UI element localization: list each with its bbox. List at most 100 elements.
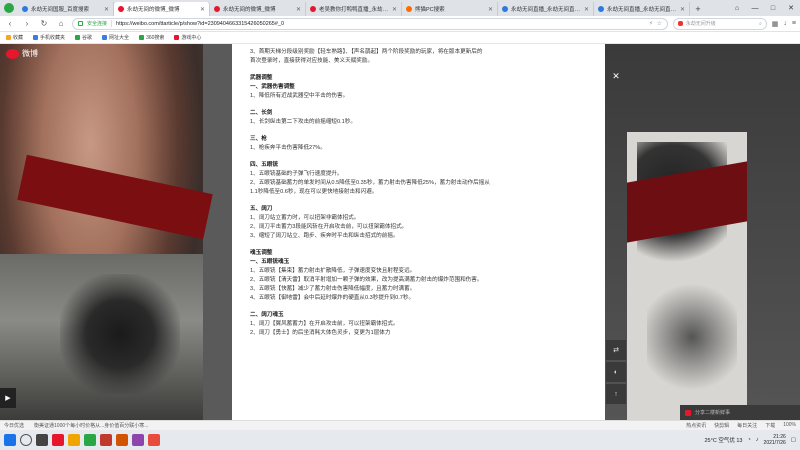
article-line: 1.1秒降低至0.6秒，现在可以更快地接射击和闪避。 <box>250 189 378 195</box>
bookmark-sites[interactable]: 网址大全 <box>102 34 129 41</box>
comment-input[interactable]: 分享二楼新鲜事 <box>680 405 800 420</box>
article-line: 3、首期天梯分段级别奖励【轻车熟路】、【声名鹊起】两个阶段奖励的玩家，将在版本更… <box>250 49 483 55</box>
article-line: 2、阔刀平击蓄力3段能风斩在开启攻击前，可以扭架霸体招式。 <box>250 224 408 230</box>
status-right: 热点资讯 快剪辑 每日关注 下载 100% <box>686 422 796 429</box>
tab-4[interactable]: 老吴教你打鸭鸭直播_永劫无间 ✕ <box>306 2 402 16</box>
tab-label: 永劫无间的微博_微博 <box>127 7 180 13</box>
back-button[interactable]: ‹ <box>4 18 16 30</box>
star-icon <box>6 35 11 40</box>
bookmark-360[interactable]: 360搜索 <box>139 34 164 41</box>
close-icon[interactable]: ✕ <box>584 6 589 13</box>
tab-6[interactable]: 永劫无间直播_永劫无间直播间 ✕ <box>498 2 594 16</box>
article-line: 2、阔刀【勇士】的后坐消耗大体色灵步，变更为1层体力 <box>250 330 391 336</box>
status-clip[interactable]: 快剪辑 <box>714 422 729 429</box>
weibo-logo[interactable]: 微博 <box>6 48 38 59</box>
bookmark-google[interactable]: 谷歌 <box>75 34 92 41</box>
google-icon <box>75 35 81 40</box>
star-icon[interactable]: ☆ <box>657 21 662 27</box>
app-icon[interactable] <box>100 434 112 446</box>
tab-3[interactable]: 永劫无间的微博_微博 ✕ <box>210 2 306 16</box>
search-icon[interactable]: ⌕ <box>759 21 762 27</box>
app-icon[interactable] <box>116 434 128 446</box>
tab-1[interactable]: 永劫无间国服_百度搜索 ✕ <box>18 2 114 16</box>
download-icon[interactable]: ↓ <box>783 20 787 28</box>
bookmark-games[interactable]: 游戏中心 <box>174 34 201 41</box>
clock-date: 2021/7/26 <box>763 440 786 446</box>
close-window-button[interactable]: ✕ <box>782 0 800 16</box>
volume-icon[interactable]: ♪ <box>756 437 759 443</box>
extensions-icon[interactable]: ▦ <box>772 20 779 28</box>
article-heading: 三、枪 <box>250 136 267 142</box>
home-icon[interactable]: ⌂ <box>728 0 746 16</box>
new-tab-button[interactable]: + <box>690 2 706 16</box>
article-heading: 魂玉调整 <box>250 250 273 256</box>
play-icon[interactable]: ▶ <box>0 388 16 408</box>
security-label: 安全连接 <box>87 20 113 27</box>
status-daily[interactable]: 每日关注 <box>737 422 757 429</box>
article-line <box>250 197 587 204</box>
app-icon[interactable] <box>148 434 160 446</box>
bookmarks-bar: 收藏 手机收藏夹 谷歌 网址大全 360搜索 游戏中心 <box>0 32 800 44</box>
browser-icon[interactable] <box>84 434 96 446</box>
close-icon[interactable]: ✕ <box>392 6 397 13</box>
side-art-panel <box>627 132 747 420</box>
weather-text[interactable]: 25°C 空气优 13 <box>705 436 743 444</box>
browser-logo-icon[interactable] <box>0 0 18 16</box>
refresh-button[interactable]: ↻ <box>38 18 50 30</box>
close-icon[interactable]: ✕ <box>488 6 493 13</box>
menu-icon[interactable]: ≡ <box>792 20 796 28</box>
status-zoom[interactable]: 100% <box>783 422 796 429</box>
taskview-icon[interactable] <box>36 434 48 446</box>
article-heading: 四、五眼铳 <box>250 162 278 168</box>
clock[interactable]: 21:26 2021/7/26 <box>764 434 786 446</box>
status-hot[interactable]: 热点资讯 <box>686 422 706 429</box>
folder-icon[interactable] <box>68 434 80 446</box>
search-icon <box>139 35 145 40</box>
search-engine-icon[interactable] <box>677 21 683 26</box>
close-icon[interactable]: ✕ <box>296 6 301 13</box>
os-taskbar: 25°C 空气优 13 ◔ ♪ 21:26 2021/7/26 ▢ <box>0 430 800 450</box>
weibo-logo-icon <box>6 48 19 59</box>
app-icon[interactable] <box>52 434 64 446</box>
notification-icon[interactable]: ▢ <box>791 437 796 443</box>
status-today[interactable]: 今日优选 <box>4 422 24 429</box>
tab-strip: 永劫无间国服_百度搜索 ✕ 永劫无间的微博_微博 ✕ 永劫无间的微博_微博 ✕ … <box>0 0 800 16</box>
search-icon[interactable] <box>20 434 32 446</box>
sites-icon <box>102 35 108 40</box>
url-text[interactable]: https://weibo.com/ttarticle/p/show?id=23… <box>116 21 645 27</box>
app-icon[interactable] <box>132 434 144 446</box>
status-news[interactable]: 衡美证通1000个每小时价格从...身价值百分联小寒... <box>34 422 148 429</box>
close-icon[interactable]: ✕ <box>680 6 685 13</box>
tab-label: 熊猫PC搜索 <box>415 7 445 13</box>
article-body: 3、首期天梯分段级别奖励【轻车熟路】、【声名鹊起】两个阶段奖励的玩家，将在版本更… <box>232 44 605 420</box>
network-icon[interactable]: ◔ <box>747 437 750 443</box>
close-icon[interactable]: ✕ <box>104 6 109 13</box>
tab-5[interactable]: 熊猫PC搜索 ✕ <box>402 2 498 16</box>
status-download[interactable]: 下载 <box>765 422 775 429</box>
close-icon[interactable]: ✕ <box>200 6 205 13</box>
address-bar[interactable]: 安全连接 https://weibo.com/ttarticle/p/show?… <box>72 17 668 30</box>
comment-icon[interactable]: ◐ <box>606 362 626 382</box>
tab-2[interactable]: 永劫无间的微博_微博 ✕ <box>114 2 210 16</box>
bolt-icon[interactable]: ⚡ <box>649 21 653 27</box>
article-line: 1、阔刀站立蓄力时，可以扭架非霸体招式。 <box>250 215 360 221</box>
bookmark-favorites[interactable]: 收藏 <box>6 34 23 41</box>
home-button[interactable]: ⌂ <box>55 18 67 30</box>
maximize-button[interactable]: □ <box>764 0 782 16</box>
share-icon[interactable]: ⇄ <box>606 340 626 360</box>
bookmark-mobile[interactable]: 手机收藏夹 <box>33 34 65 41</box>
address-actions: ⚡ ☆ <box>649 21 662 27</box>
start-icon[interactable] <box>4 434 16 446</box>
tab-label: 永劫无间直播_永劫无间直播间 <box>511 7 581 13</box>
tab-7[interactable]: 永劫无间直播_永劫无间直播间 ✕ <box>594 2 690 16</box>
minimize-button[interactable]: — <box>746 0 764 16</box>
article-line <box>250 127 587 134</box>
forward-button[interactable]: › <box>21 18 33 30</box>
close-icon[interactable]: ✕ <box>610 71 622 83</box>
paw-icon <box>598 6 604 12</box>
weibo-icon <box>310 6 316 12</box>
search-input[interactable]: 永劫无间升级 <box>686 20 756 27</box>
search-box[interactable]: 永劫无间升级 ⌕ <box>672 17 767 30</box>
back-to-top-icon[interactable]: ↑ <box>606 384 626 404</box>
weibo-icon <box>214 6 220 12</box>
